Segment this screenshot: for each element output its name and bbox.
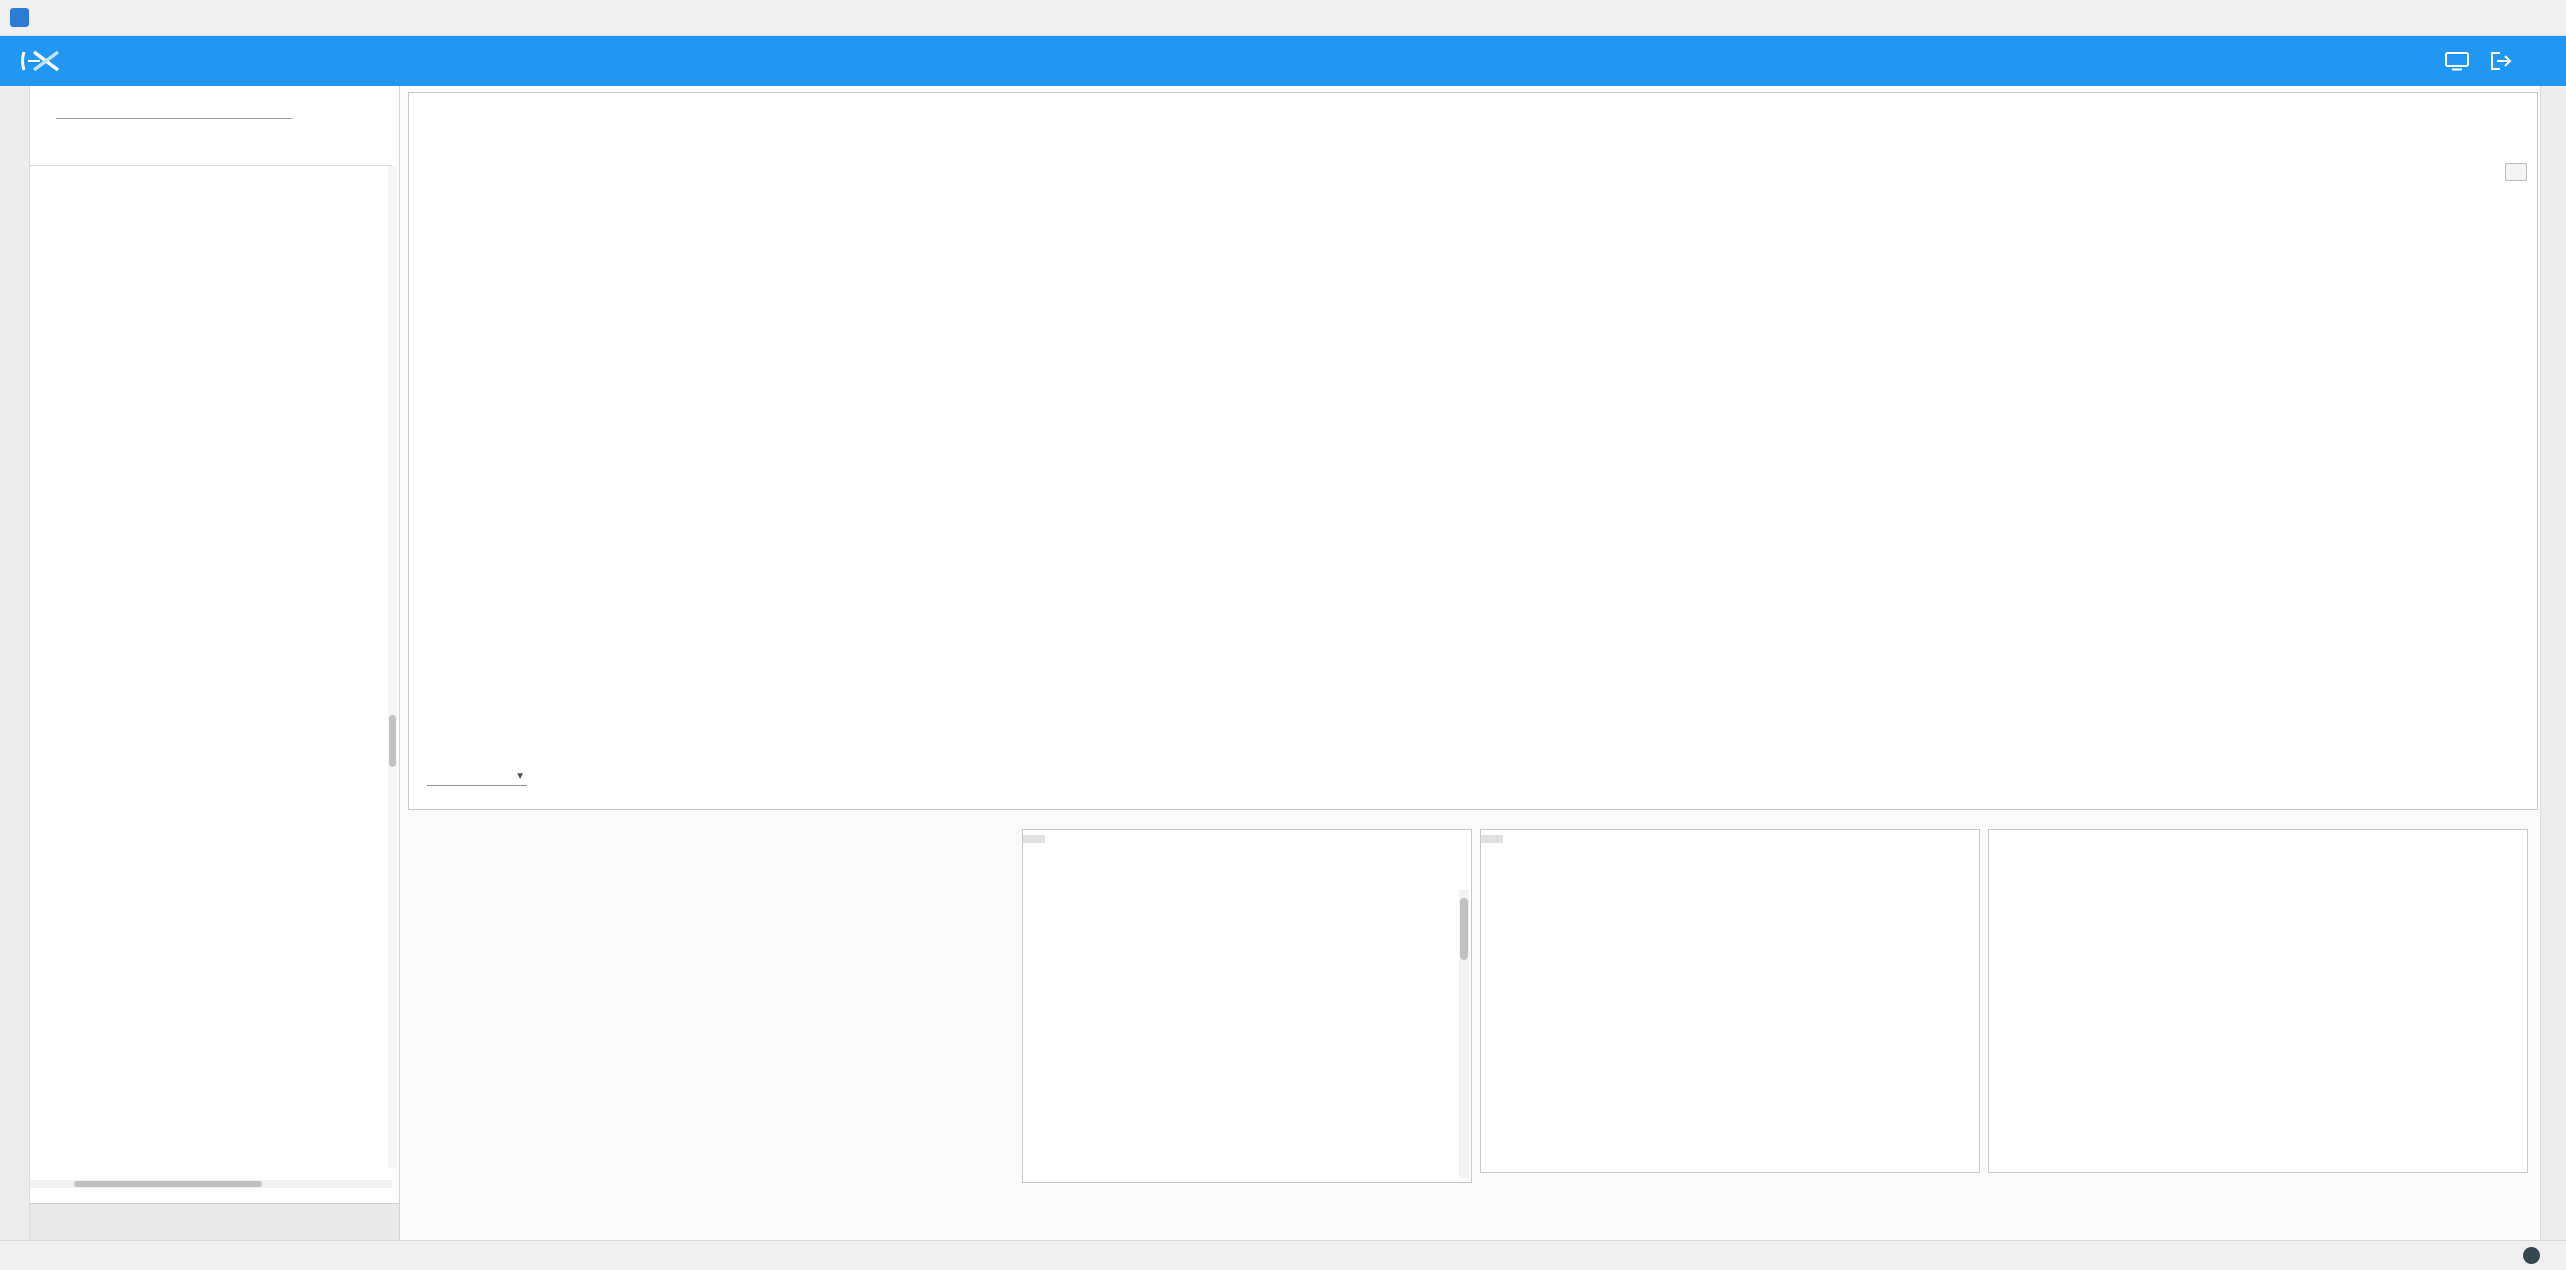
- screenshot-icon[interactable]: [2444, 50, 2470, 72]
- stuttering-pie-chart: [2222, 898, 2458, 1134]
- analysis-footer: [412, 1194, 2532, 1234]
- search-row: [44, 96, 292, 119]
- record-info-expander[interactable]: [30, 1203, 399, 1240]
- stuttering-panel: [1988, 829, 2528, 1173]
- captures-sidebar: [30, 86, 400, 1240]
- info-icon[interactable]: [2523, 1247, 2540, 1264]
- maximize-button[interactable]: [2474, 0, 2520, 36]
- fps-thresholds-panel: [1480, 829, 1980, 1173]
- scrollbar-thumb[interactable]: [74, 1181, 262, 1187]
- sensor-table-header: [1023, 848, 1471, 860]
- search-input[interactable]: [56, 96, 292, 119]
- capframex-window: ▼: [0, 0, 2566, 1270]
- status-bar: [0, 1240, 2566, 1270]
- thresholds-bar-chart[interactable]: [1481, 830, 1979, 1172]
- window-buttons: [2428, 0, 2566, 36]
- scrollbar-thumb[interactable]: [1460, 898, 1468, 960]
- sensor-scrollbar[interactable]: [1459, 890, 1469, 1178]
- close-button[interactable]: [2520, 0, 2566, 36]
- caret-down-icon: ▼: [515, 771, 525, 782]
- sensor-data-panel: [1022, 829, 1472, 1183]
- title-bar: [0, 0, 2566, 36]
- frametime-chart-card: ▼: [408, 92, 2538, 810]
- performance-metrics-panel: [412, 830, 1012, 1182]
- version-info: [2523, 1247, 2554, 1264]
- frametime-chart[interactable]: [409, 145, 2539, 775]
- sensor-data-header[interactable]: [1023, 835, 1045, 843]
- minimize-button[interactable]: [2428, 0, 2474, 36]
- capframex-logo[interactable]: [0, 46, 86, 76]
- metrics-bar-chart[interactable]: [412, 830, 1012, 1182]
- captures-list: [30, 166, 386, 1168]
- main-nav: [0, 36, 2566, 86]
- scrollbar-thumb[interactable]: [389, 715, 396, 767]
- app-icon: [10, 8, 29, 27]
- vertical-scrollbar[interactable]: [388, 166, 397, 1168]
- nav-right: [2444, 50, 2566, 72]
- horizontal-scrollbar[interactable]: [30, 1180, 392, 1188]
- capframex-logo-icon: [20, 46, 66, 76]
- captures-table-header: [30, 132, 392, 166]
- login-icon[interactable]: [2488, 50, 2514, 72]
- system-info-strip[interactable]: [2540, 86, 2566, 1240]
- observed-directory-strip[interactable]: [0, 86, 30, 1240]
- y-axis-scale-select[interactable]: ▼: [427, 769, 527, 786]
